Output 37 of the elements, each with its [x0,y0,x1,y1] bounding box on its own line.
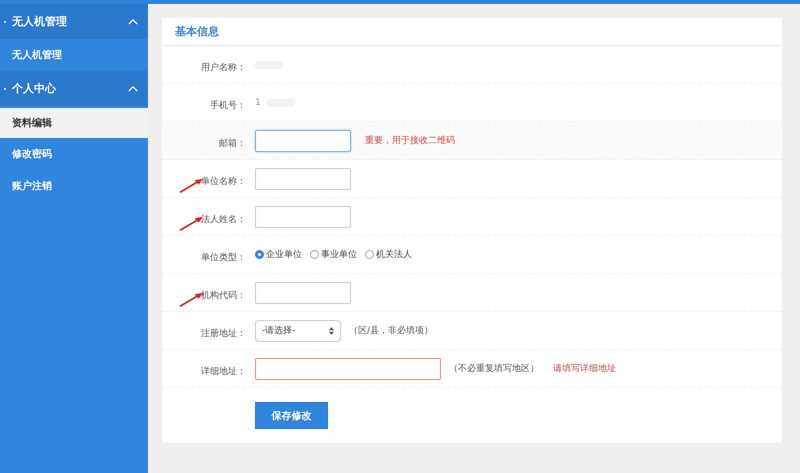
input-field[interactable] [255,358,441,380]
sidebar-item[interactable]: 账户注销 [0,170,148,202]
warning-text: 请填写详细地址 [553,362,616,375]
field-label: 详细地址： [201,367,246,377]
field-value: 1 [255,98,261,108]
warning-text: 重要，用于接收二维码 [365,134,455,147]
hint-text: （区/县，非必填项） [349,324,434,337]
save-button[interactable]: 保存修改 [255,402,328,429]
sidebar-group-header[interactable]: 个人中心 [0,71,148,106]
field-label: 手机号： [210,101,246,111]
input-field[interactable] [255,206,351,228]
field-label: 单位名称： [201,177,246,187]
field-label: 用户名称： [201,63,246,73]
input-field[interactable] [255,130,351,152]
hint-text: （不必重复填写地区） [449,362,539,375]
field-label: 注册地址： [201,329,246,339]
radio-button[interactable] [310,250,319,259]
sidebar-item[interactable]: 修改密码 [0,138,148,170]
radio-button[interactable] [255,250,264,259]
sidebar-group-header[interactable]: 无人机管理 [0,4,148,39]
field-label: 机构代码： [201,291,246,301]
chevron-up-icon [128,18,138,25]
field-label: 邮箱： [219,139,246,149]
section-title: 基本信息 [175,24,219,39]
radio-label: 机关法人 [376,248,412,261]
sidebar-item[interactable]: 资料编辑 [0,108,148,138]
input-field[interactable] [255,282,351,304]
chevron-up-icon [128,85,138,92]
radio-label: 事业单位 [321,248,357,261]
input-field[interactable] [255,168,351,190]
field-label: 法人姓名： [201,215,246,225]
sidebar-item[interactable]: 无人机管理 [0,39,148,71]
radio-button[interactable] [365,250,374,259]
select-dropdown[interactable]: -请选择- [255,320,341,342]
field-label: 单位类型： [201,253,246,263]
radio-label: 企业单位 [266,248,302,261]
up-down-caret-icon [329,326,334,334]
